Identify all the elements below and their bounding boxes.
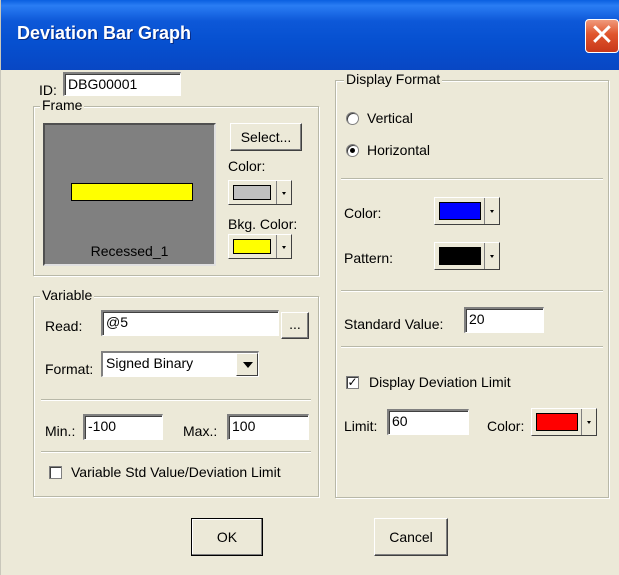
bar-color-picker[interactable] [434,197,500,225]
variable-separator-2 [41,451,311,453]
format-label: Format: [45,361,94,377]
pattern-label: Pattern: [344,250,394,266]
display-deviation-label: Display Deviation Limit [369,374,511,390]
variable-separator [41,399,311,401]
bkg-color-picker[interactable] [228,234,292,259]
display-format-group-label: Display Format [344,71,443,87]
min-label: Min.: [45,423,76,439]
cancel-button[interactable]: Cancel [374,518,448,556]
limit-color-label: Color: [487,418,525,434]
chevron-down-icon[interactable] [276,235,291,258]
vertical-label: Vertical [367,110,413,126]
frame-color-picker[interactable] [228,180,292,205]
frame-group-label: Frame [40,97,85,113]
standard-value-label: Standard Value: [344,316,444,332]
variable-std-checkbox[interactable] [49,466,62,479]
title-bar[interactable]: Deviation Bar Graph ✕ [1,0,619,70]
bkg-color-label: Bkg. Color: [228,216,298,232]
close-button[interactable]: ✕ [585,19,619,53]
pattern-chip [439,247,481,265]
frame-color-label: Color: [228,158,266,174]
display-separator-1 [341,178,603,180]
id-label: ID: [39,82,57,98]
chevron-down-icon[interactable] [484,243,499,269]
chevron-down-icon [243,362,253,368]
window-title: Deviation Bar Graph [17,23,192,43]
bkg-color-chip [233,239,271,254]
read-browse-button[interactable]: ... [281,312,309,339]
format-dropdown-button[interactable] [236,353,258,376]
limit-label: Limit: [344,418,378,434]
chevron-down-icon[interactable] [581,409,596,435]
frame-color-chip [233,185,271,200]
horizontal-radio[interactable] [346,144,359,157]
limit-input[interactable]: 60 [387,409,469,435]
bar-color-label: Color: [344,205,382,221]
limit-color-chip [536,413,578,431]
bar-color-chip [439,202,481,220]
frame-preview: Recessed_1 [43,123,216,266]
vertical-radio[interactable] [346,112,359,125]
format-select-value: Signed Binary [106,355,194,371]
format-select[interactable]: Signed Binary [101,351,259,377]
limit-color-picker[interactable] [531,408,597,436]
read-input[interactable]: @5 [101,310,279,336]
variable-std-label: Variable Std Value/Deviation Limit [71,464,281,480]
chevron-down-icon[interactable] [484,198,499,224]
min-input[interactable]: -100 [83,414,163,440]
display-separator-2 [341,290,603,292]
id-input[interactable]: DBG00001 [63,72,181,96]
variable-group-label: Variable [40,287,95,303]
select-frame-button[interactable]: Select... [230,123,302,151]
max-input[interactable]: 100 [227,414,309,440]
read-label: Read: [45,318,83,334]
standard-value-input[interactable]: 20 [464,307,544,333]
ok-button[interactable]: OK [191,518,263,556]
frame-preview-name: Recessed_1 [90,243,169,259]
horizontal-label: Horizontal [367,142,431,158]
preview-bar [71,183,193,201]
display-deviation-checkbox[interactable]: ✓ [346,376,359,389]
chevron-down-icon[interactable] [276,181,291,204]
max-label: Max.: [183,423,218,439]
pattern-picker[interactable] [434,242,500,270]
dialog-window: Deviation Bar Graph ✕ ID: DBG00001 Frame… [0,0,619,575]
close-icon: ✕ [589,18,615,53]
display-separator-3 [341,346,603,348]
